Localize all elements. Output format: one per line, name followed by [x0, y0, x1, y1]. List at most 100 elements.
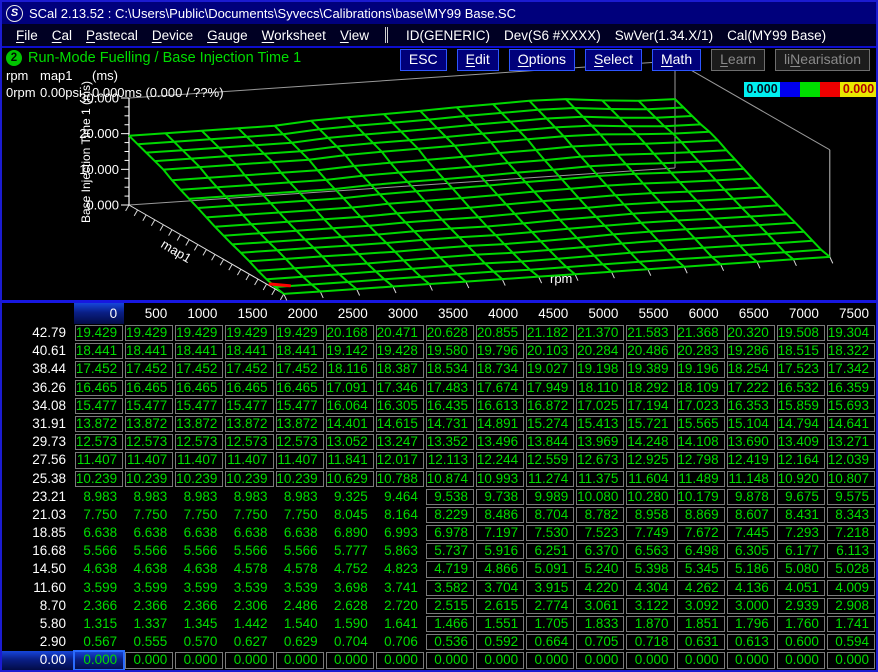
- cell-r11-c1[interactable]: 6.638: [124, 524, 174, 542]
- button-options[interactable]: Options: [509, 49, 575, 71]
- cell-r5-c9[interactable]: 15.274: [525, 415, 575, 433]
- cell-r1-c13[interactable]: 19.286: [726, 342, 776, 360]
- cell-r2-c1[interactable]: 17.452: [124, 360, 174, 378]
- cell-r8-c0[interactable]: 10.239: [74, 470, 124, 488]
- cell-r7-c8[interactable]: 12.244: [475, 451, 525, 469]
- cell-r17-c0[interactable]: 0.567: [74, 633, 124, 651]
- row-header-21.03[interactable]: 21.03: [2, 506, 74, 524]
- cell-r4-c0[interactable]: 15.477: [74, 397, 124, 415]
- cell-r13-c6[interactable]: 4.823: [375, 560, 425, 578]
- cell-r12-c13[interactable]: 6.305: [726, 542, 776, 560]
- cell-r11-c10[interactable]: 7.523: [575, 524, 625, 542]
- cell-r2-c15[interactable]: 17.342: [826, 360, 876, 378]
- cell-r6-c9[interactable]: 13.844: [525, 433, 575, 451]
- cell-r9-c8[interactable]: 9.738: [475, 488, 525, 506]
- cell-r18-c8[interactable]: 0.000: [475, 651, 525, 669]
- col-header-2500[interactable]: 2500: [325, 303, 375, 324]
- row-header-25.38[interactable]: 25.38: [2, 470, 74, 488]
- cell-r6-c2[interactable]: 12.573: [174, 433, 224, 451]
- cell-r18-c2[interactable]: 0.000: [174, 651, 224, 669]
- row-header-8.70[interactable]: 8.70: [2, 597, 74, 615]
- cell-r5-c5[interactable]: 14.401: [325, 415, 375, 433]
- cell-r15-c9[interactable]: 2.774: [525, 597, 575, 615]
- cell-r5-c4[interactable]: 13.872: [275, 415, 325, 433]
- cell-r5-c12[interactable]: 15.565: [676, 415, 726, 433]
- cell-r1-c10[interactable]: 20.284: [575, 342, 625, 360]
- row-header-16.68[interactable]: 16.68: [2, 542, 74, 560]
- cell-r10-c10[interactable]: 8.782: [575, 506, 625, 524]
- cell-r11-c11[interactable]: 7.749: [625, 524, 675, 542]
- cell-r14-c14[interactable]: 4.051: [776, 579, 826, 597]
- cell-r14-c10[interactable]: 4.220: [575, 579, 625, 597]
- cell-r7-c15[interactable]: 12.039: [826, 451, 876, 469]
- cell-r10-c6[interactable]: 8.164: [375, 506, 425, 524]
- cell-r1-c0[interactable]: 18.441: [74, 342, 124, 360]
- cell-r12-c11[interactable]: 6.563: [625, 542, 675, 560]
- cell-r15-c4[interactable]: 2.486: [275, 597, 325, 615]
- cell-r4-c7[interactable]: 16.435: [425, 397, 475, 415]
- cell-r16-c6[interactable]: 1.641: [375, 615, 425, 633]
- menu-view[interactable]: View: [340, 28, 369, 43]
- cell-r15-c3[interactable]: 2.306: [224, 597, 274, 615]
- cell-r15-c10[interactable]: 3.061: [575, 597, 625, 615]
- cell-r4-c5[interactable]: 16.064: [325, 397, 375, 415]
- cell-r9-c9[interactable]: 9.989: [525, 488, 575, 506]
- cell-r7-c6[interactable]: 12.017: [375, 451, 425, 469]
- cell-r4-c9[interactable]: 16.872: [525, 397, 575, 415]
- cell-r11-c15[interactable]: 7.218: [826, 524, 876, 542]
- cell-r7-c10[interactable]: 12.673: [575, 451, 625, 469]
- col-header-6000[interactable]: 6000: [676, 303, 726, 324]
- cell-r1-c7[interactable]: 19.580: [425, 342, 475, 360]
- cell-r17-c6[interactable]: 0.706: [375, 633, 425, 651]
- cell-r0-c7[interactable]: 20.628: [425, 324, 475, 342]
- cell-r7-c12[interactable]: 12.798: [676, 451, 726, 469]
- cell-r3-c14[interactable]: 16.532: [776, 379, 826, 397]
- cell-r0-c5[interactable]: 20.168: [325, 324, 375, 342]
- cell-r15-c1[interactable]: 2.366: [124, 597, 174, 615]
- row-header-42.79[interactable]: 42.79: [2, 324, 74, 342]
- cell-r18-c14[interactable]: 0.000: [776, 651, 826, 669]
- cell-r0-c14[interactable]: 19.508: [776, 324, 826, 342]
- cell-r16-c14[interactable]: 1.760: [776, 615, 826, 633]
- cell-r7-c4[interactable]: 11.407: [275, 451, 325, 469]
- cell-r4-c15[interactable]: 15.693: [826, 397, 876, 415]
- cell-r13-c9[interactable]: 5.091: [525, 560, 575, 578]
- cell-r17-c1[interactable]: 0.555: [124, 633, 174, 651]
- cell-r8-c14[interactable]: 10.920: [776, 470, 826, 488]
- cell-r18-c15[interactable]: 0.000: [826, 651, 876, 669]
- cell-r16-c15[interactable]: 1.741: [826, 615, 876, 633]
- cell-r0-c9[interactable]: 21.182: [525, 324, 575, 342]
- cell-r15-c15[interactable]: 2.908: [826, 597, 876, 615]
- row-header-29.73[interactable]: 29.73: [2, 433, 74, 451]
- cell-r2-c14[interactable]: 17.523: [776, 360, 826, 378]
- button-math[interactable]: Math: [652, 49, 701, 71]
- cell-r8-c6[interactable]: 10.788: [375, 470, 425, 488]
- cell-r2-c5[interactable]: 18.116: [325, 360, 375, 378]
- cell-r1-c6[interactable]: 19.428: [375, 342, 425, 360]
- cell-r11-c12[interactable]: 7.672: [676, 524, 726, 542]
- col-header-5500[interactable]: 5500: [625, 303, 675, 324]
- cell-r6-c15[interactable]: 13.271: [826, 433, 876, 451]
- col-header-6500[interactable]: 6500: [726, 303, 776, 324]
- cell-r2-c3[interactable]: 17.452: [224, 360, 274, 378]
- cell-r16-c10[interactable]: 1.833: [575, 615, 625, 633]
- col-header-4000[interactable]: 4000: [475, 303, 525, 324]
- cell-r2-c6[interactable]: 18.387: [375, 360, 425, 378]
- cell-r7-c0[interactable]: 11.407: [74, 451, 124, 469]
- cell-r12-c15[interactable]: 6.113: [826, 542, 876, 560]
- cell-r15-c14[interactable]: 2.939: [776, 597, 826, 615]
- cell-r10-c3[interactable]: 7.750: [224, 506, 274, 524]
- cell-r0-c13[interactable]: 20.320: [726, 324, 776, 342]
- cell-r14-c12[interactable]: 4.262: [676, 579, 726, 597]
- col-header-0[interactable]: 0: [74, 303, 124, 324]
- col-header-500[interactable]: 500: [124, 303, 174, 324]
- cell-r13-c4[interactable]: 4.578: [275, 560, 325, 578]
- row-header-2.90[interactable]: 2.90: [2, 633, 74, 651]
- row-header-27.56[interactable]: 27.56: [2, 451, 74, 469]
- cell-r14-c13[interactable]: 4.136: [726, 579, 776, 597]
- cell-r18-c6[interactable]: 0.000: [375, 651, 425, 669]
- cell-r12-c8[interactable]: 5.916: [475, 542, 525, 560]
- col-header-2000[interactable]: 2000: [275, 303, 325, 324]
- col-header-7000[interactable]: 7000: [776, 303, 826, 324]
- cell-r1-c4[interactable]: 18.441: [275, 342, 325, 360]
